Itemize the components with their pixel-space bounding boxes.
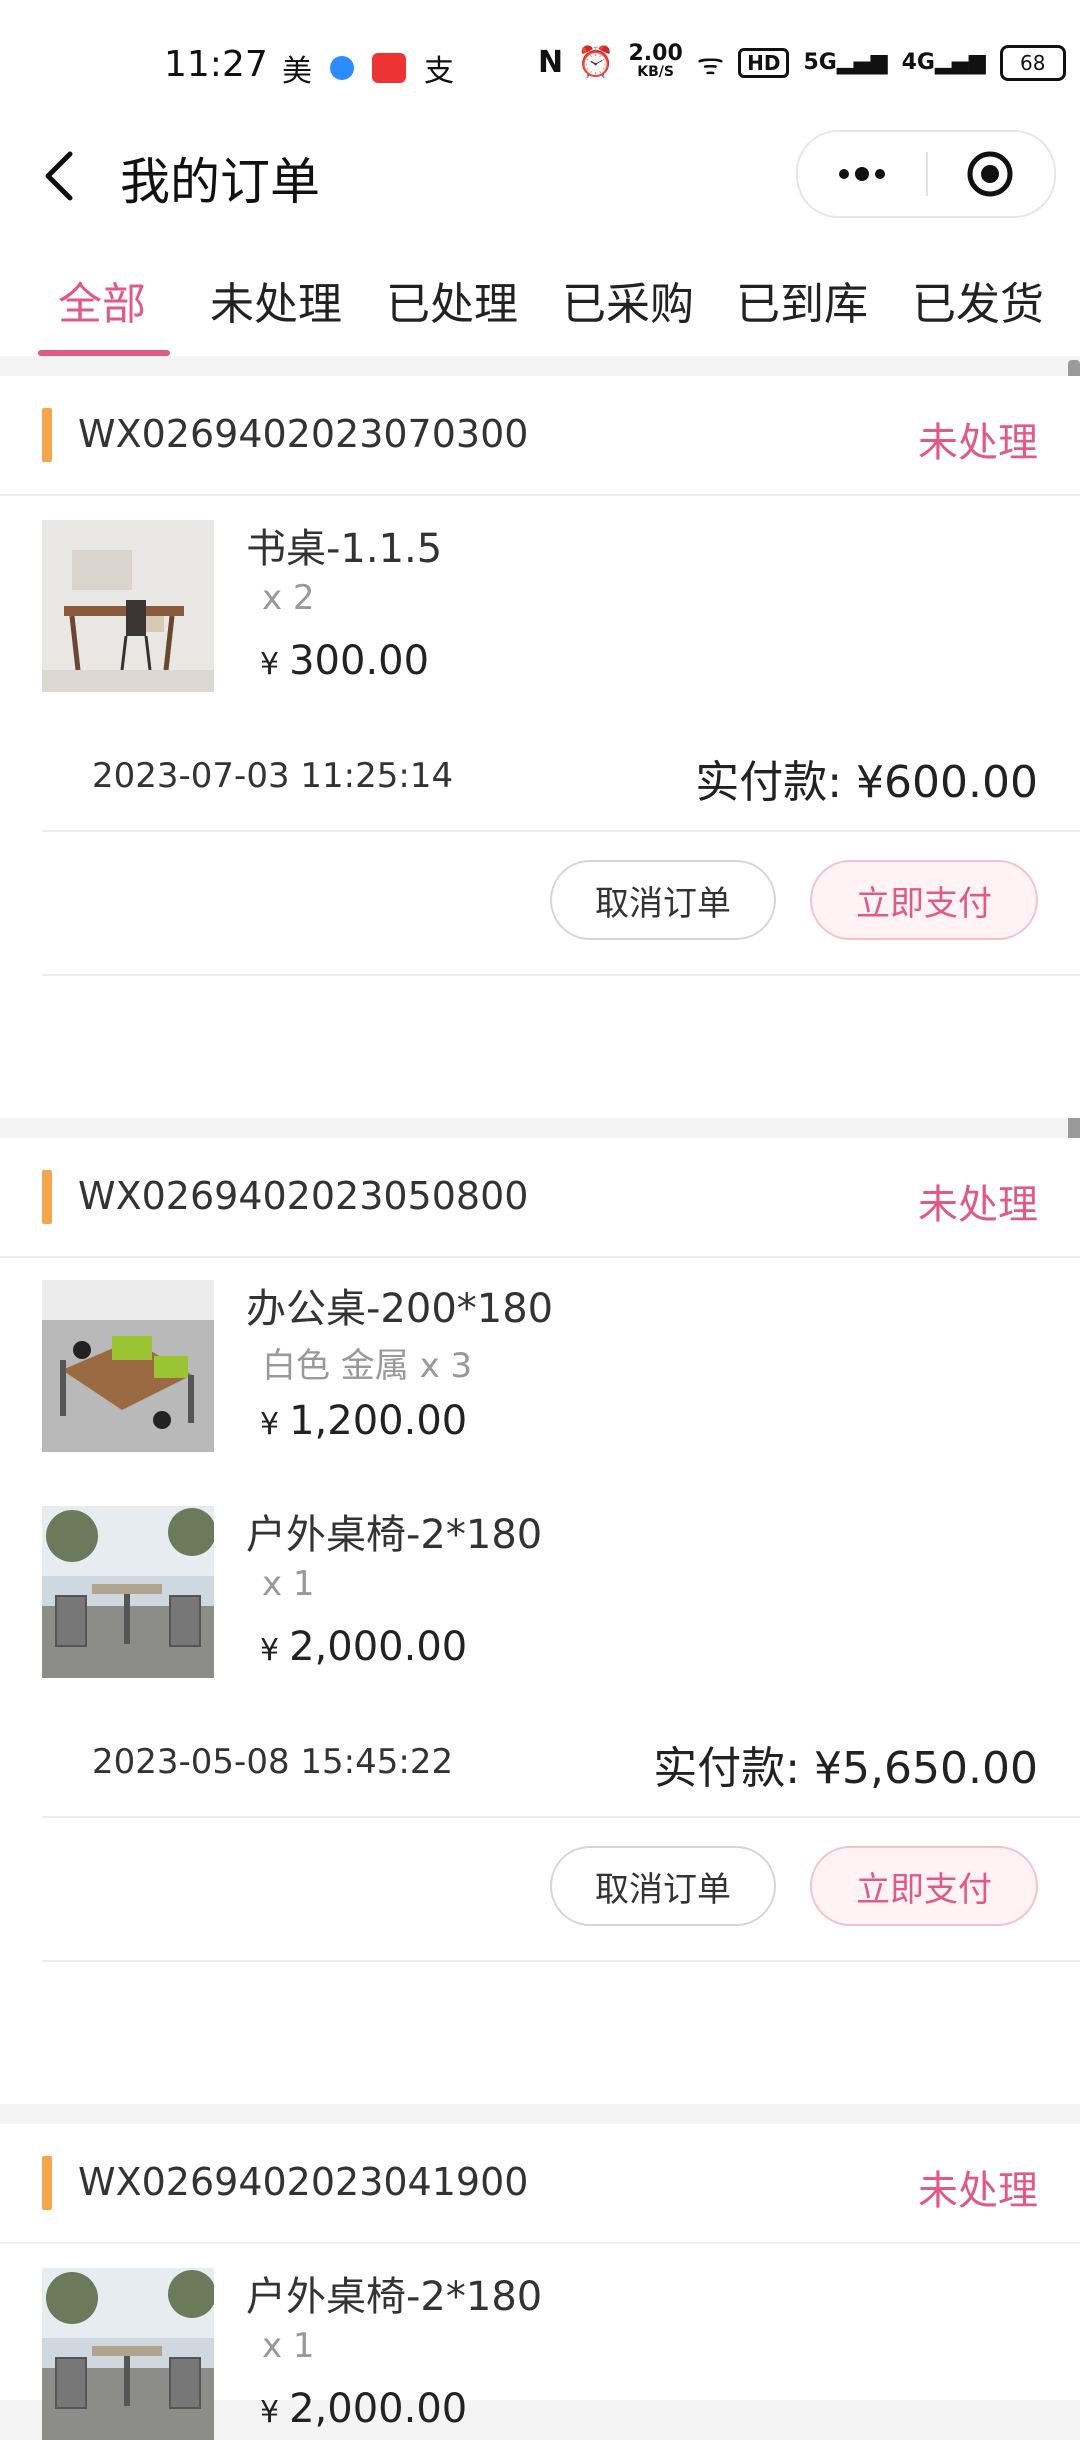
product-image-outdoor-table (42, 2268, 214, 2440)
order-marker (42, 2156, 52, 2210)
order-marker (42, 408, 52, 462)
tab-purchased[interactable]: 已采购 (562, 268, 694, 332)
battery-icon: 68 (999, 44, 1066, 81)
status-app-icons: 美 支 (282, 46, 454, 90)
paid-amount: 实付款: ¥5,650.00 (653, 1743, 1038, 1794)
page-title: 我的订单 (120, 153, 320, 211)
tab-processed[interactable]: 已处理 (386, 268, 518, 332)
order-header: WX0269402023070300 未处理 (0, 376, 1080, 496)
order-date: 2023-07-03 11:25:14 (92, 756, 454, 796)
order-status: 未处理 (918, 2168, 1038, 2214)
capsule-divider (926, 152, 928, 196)
order-number: WX0269402023041900 (78, 2160, 529, 2204)
tab-all[interactable]: 全部 (58, 268, 146, 332)
meituan-icon: 美 (282, 54, 312, 89)
order-item[interactable]: 书桌-1.1.5 x 2 ¥300.00 (42, 520, 1062, 692)
close-miniprogram-icon[interactable] (966, 150, 1014, 198)
product-image-outdoor-table (42, 1506, 214, 1678)
order-card: WX0269402023041900 未处理 户外桌椅-2*180 x 1 ¥2… (0, 2124, 1080, 2440)
pay-now-button[interactable]: 立即支付 (810, 1846, 1038, 1926)
status-system-icons: N ⏰ 2.00 KB/S ᯤ HD 5G▂▄▆ 4G▂▄▆ 68 (538, 42, 1066, 83)
product-spec: 白色 金属 x 3 (262, 1346, 473, 1386)
order-header: WX0269402023041900 未处理 (0, 2124, 1080, 2244)
product-image-desk (42, 520, 214, 692)
product-price: ¥1,200.00 (260, 1398, 468, 1444)
product-spec: x 1 (262, 2326, 315, 2366)
alarm-icon: ⏰ (577, 45, 615, 80)
miniprogram-capsule (796, 130, 1056, 218)
paid-amount: 实付款: ¥600.00 (695, 757, 1038, 808)
order-status-tabs: 全部 未处理 已处理 已采购 已到库 已发货 (0, 230, 1080, 356)
hd-icon: HD (738, 47, 790, 78)
product-name: 户外桌椅-2*180 (246, 1512, 543, 1558)
order-item[interactable]: 户外桌椅-2*180 x 1 ¥2,000.00 (42, 2268, 1062, 2440)
order-header: WX0269402023050800 未处理 (0, 1138, 1080, 1258)
product-name: 办公桌-200*180 (246, 1286, 554, 1332)
order-item[interactable]: 办公桌-200*180 白色 金属 x 3 ¥1,200.00 (42, 1280, 1062, 1452)
tab-arrived[interactable]: 已到库 (736, 268, 868, 332)
cancel-order-button[interactable]: 取消订单 (550, 1846, 776, 1926)
tab-shipped[interactable]: 已发货 (912, 268, 1044, 332)
active-tab-indicator (38, 350, 170, 356)
net-speed: 2.00 KB/S (628, 40, 683, 80)
pay-now-button[interactable]: 立即支付 (810, 860, 1038, 940)
order-card: WX0269402023070300 未处理 书桌-1.1.5 x 2 ¥300… (0, 376, 1080, 1118)
signal-5g-icon: 5G▂▄▆ (803, 50, 888, 75)
status-time: 11:27 (164, 44, 268, 85)
product-price: ¥300.00 (260, 638, 430, 684)
browser-icon (330, 56, 354, 80)
divider (42, 1960, 1080, 1962)
signal-4g-icon: 4G▂▄▆ (901, 50, 986, 75)
tab-unprocessed[interactable]: 未处理 (210, 268, 342, 332)
order-date: 2023-05-08 15:45:22 (92, 1742, 454, 1782)
order-status: 未处理 (918, 420, 1038, 466)
product-image-office-desk (42, 1280, 214, 1452)
order-item[interactable]: 户外桌椅-2*180 x 1 ¥2,000.00 (42, 1506, 1062, 1678)
divider (42, 1816, 1080, 1818)
order-number: WX0269402023050800 (78, 1174, 529, 1218)
status-bar: 11:27 美 支 N ⏰ 2.00 KB/S ᯤ HD 5G▂▄▆ 4G▂▄▆… (0, 0, 1080, 120)
pinduoduo-icon (372, 53, 406, 83)
product-price: ¥2,000.00 (260, 1624, 468, 1670)
product-price: ¥2,000.00 (260, 2386, 468, 2432)
product-spec: x 2 (262, 578, 315, 618)
order-number: WX0269402023070300 (78, 412, 529, 456)
order-card: WX0269402023050800 未处理 办公桌-200*180 白色 金属… (0, 1138, 1080, 2104)
more-icon[interactable] (832, 154, 892, 194)
product-name: 书桌-1.1.5 (246, 526, 443, 572)
divider (42, 974, 1080, 976)
back-icon[interactable] (40, 148, 80, 204)
divider (42, 830, 1080, 832)
order-marker (42, 1170, 52, 1224)
alipay-icon: 支 (424, 54, 454, 89)
product-spec: x 1 (262, 1564, 315, 1604)
nav-bar: 我的订单 (0, 120, 1080, 230)
order-status: 未处理 (918, 1182, 1038, 1228)
nfc-icon: N (538, 45, 564, 80)
product-name: 户外桌椅-2*180 (246, 2274, 543, 2320)
wifi-icon: ᯤ (696, 47, 725, 82)
cancel-order-button[interactable]: 取消订单 (550, 860, 776, 940)
